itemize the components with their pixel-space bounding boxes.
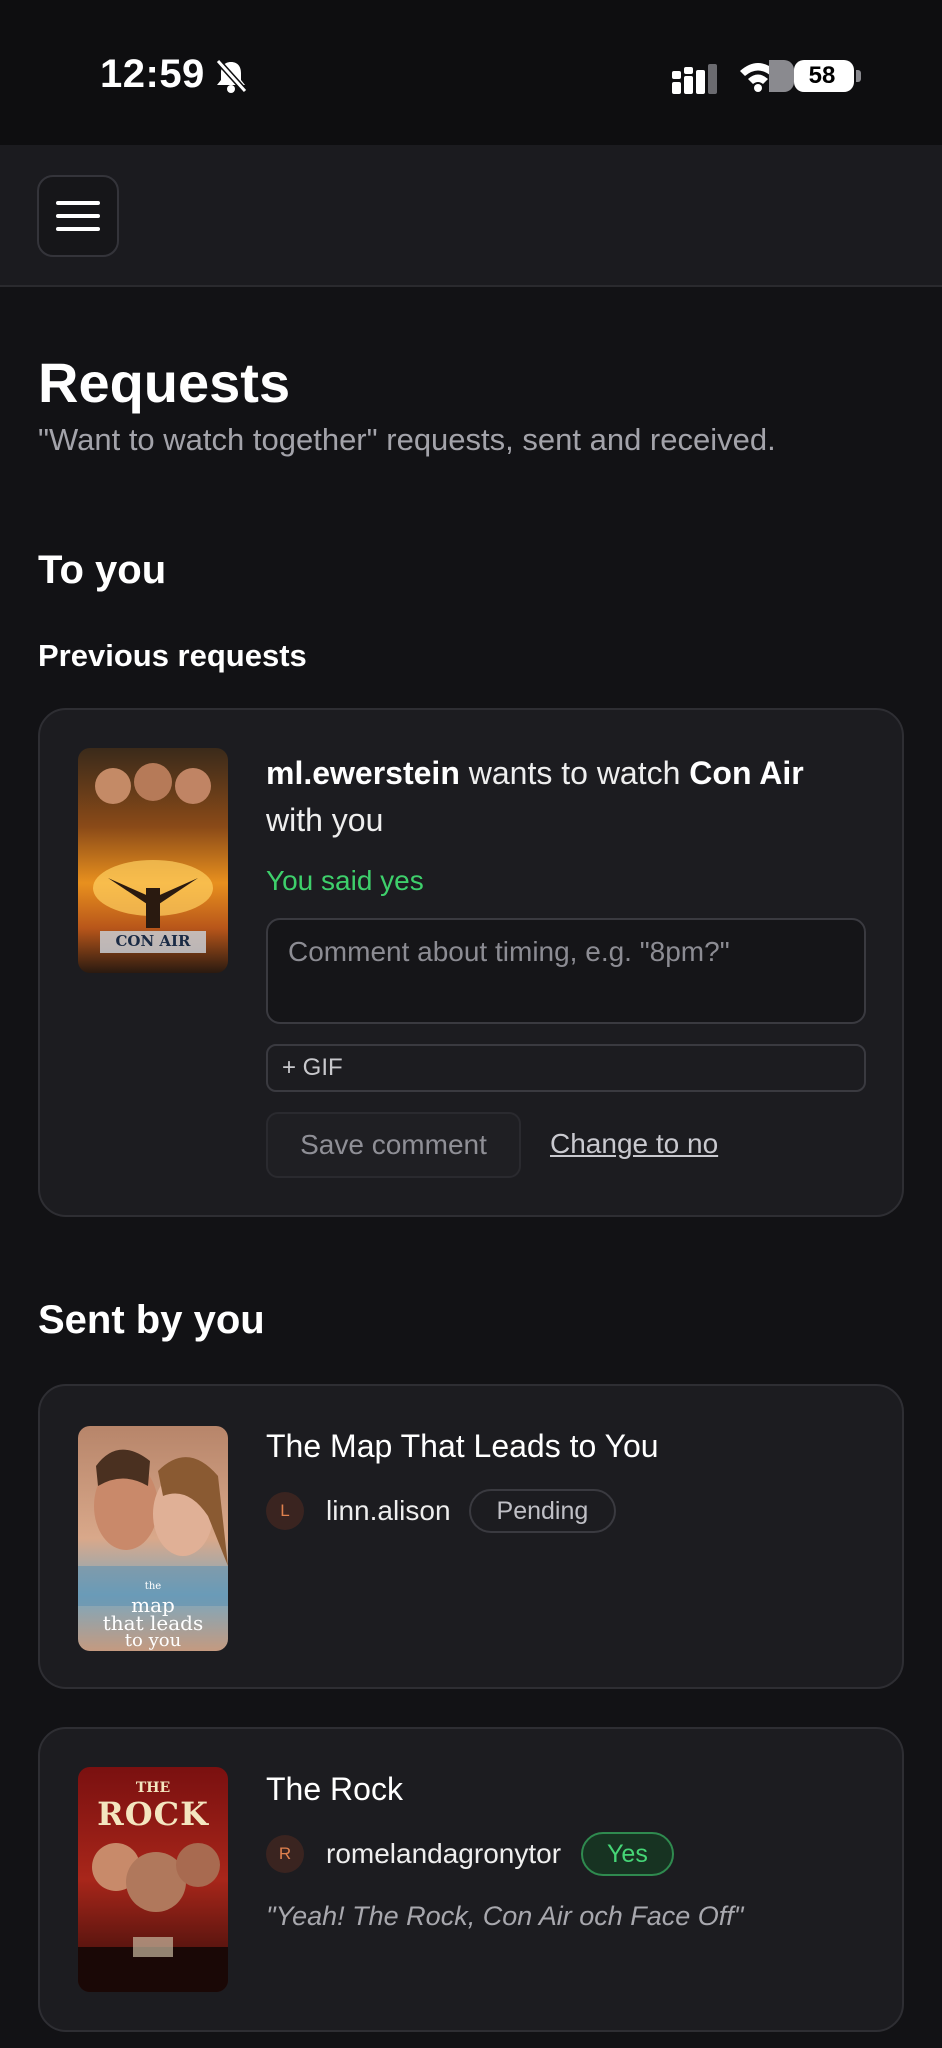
add-gif-button[interactable]: + GIF <box>266 1044 866 1092</box>
previous-requests-heading: Previous requests <box>38 638 307 673</box>
save-comment-button[interactable]: Save comment <box>266 1112 521 1178</box>
section-heading-to-you: To you <box>38 548 167 592</box>
request-description: ml.ewerstein wants to watch Con Air with… <box>266 755 804 838</box>
avatar: L <box>266 1492 304 1530</box>
menu-button[interactable] <box>37 175 119 257</box>
response-status: You said yes <box>266 865 424 896</box>
request-movie-title: Con Air <box>689 755 804 791</box>
avatar: R <box>266 1835 304 1873</box>
request-username: ml.ewerstein <box>266 755 460 791</box>
recipient-row: R romelandagronytor Yes <box>266 1831 674 1877</box>
received-request-card: CON AIR ml.ewerstein wants to watch Con … <box>38 708 904 1217</box>
status-bar: 12:59 58 <box>0 0 942 145</box>
sent-request-card: THE ROCK The Rock R romelandagronytor Ye… <box>38 1727 904 2032</box>
recipient-comment: "Yeah! The Rock, Con Air och Face Off" <box>266 1901 744 1931</box>
cellular-signal-icon <box>672 64 720 99</box>
sent-movie-title: The Rock <box>266 1771 403 1807</box>
change-to-no-link[interactable]: Change to no <box>550 1128 718 1160</box>
status-time: 12:59 <box>100 52 205 96</box>
battery-level: 58 <box>808 62 836 89</box>
sent-request-card: the map that leads to you The Map That L… <box>38 1384 904 1689</box>
bell-slash-icon <box>214 58 248 99</box>
poster-title-text: CON AIR <box>115 932 191 950</box>
recipient-username: romelandagronytor <box>326 1838 562 1869</box>
movie-poster-con-air: CON AIR <box>78 748 228 973</box>
page-subtitle: "Want to watch together" requests, sent … <box>38 422 776 457</box>
recipient-username: linn.alison <box>326 1495 451 1526</box>
hamburger-menu-icon <box>56 201 100 205</box>
movie-poster-map-that-leads-to-you: the map that leads to you <box>78 1426 228 1651</box>
recipient-row: L linn.alison Pending <box>266 1488 617 1534</box>
status-badge: Pending <box>468 1489 617 1533</box>
poster-title-text: the map that leads to you <box>102 1581 204 1651</box>
comment-input[interactable] <box>266 918 866 1024</box>
sent-movie-title: The Map That Leads to You <box>266 1428 659 1464</box>
page-title: Requests <box>38 351 291 414</box>
poster-title-text: THE ROCK <box>97 1780 209 1833</box>
status-badge: Yes <box>581 1832 674 1876</box>
section-heading-sent-by-you: Sent by you <box>38 1298 265 1342</box>
movie-poster-the-rock: THE ROCK <box>78 1767 228 1992</box>
top-bar <box>0 145 942 287</box>
